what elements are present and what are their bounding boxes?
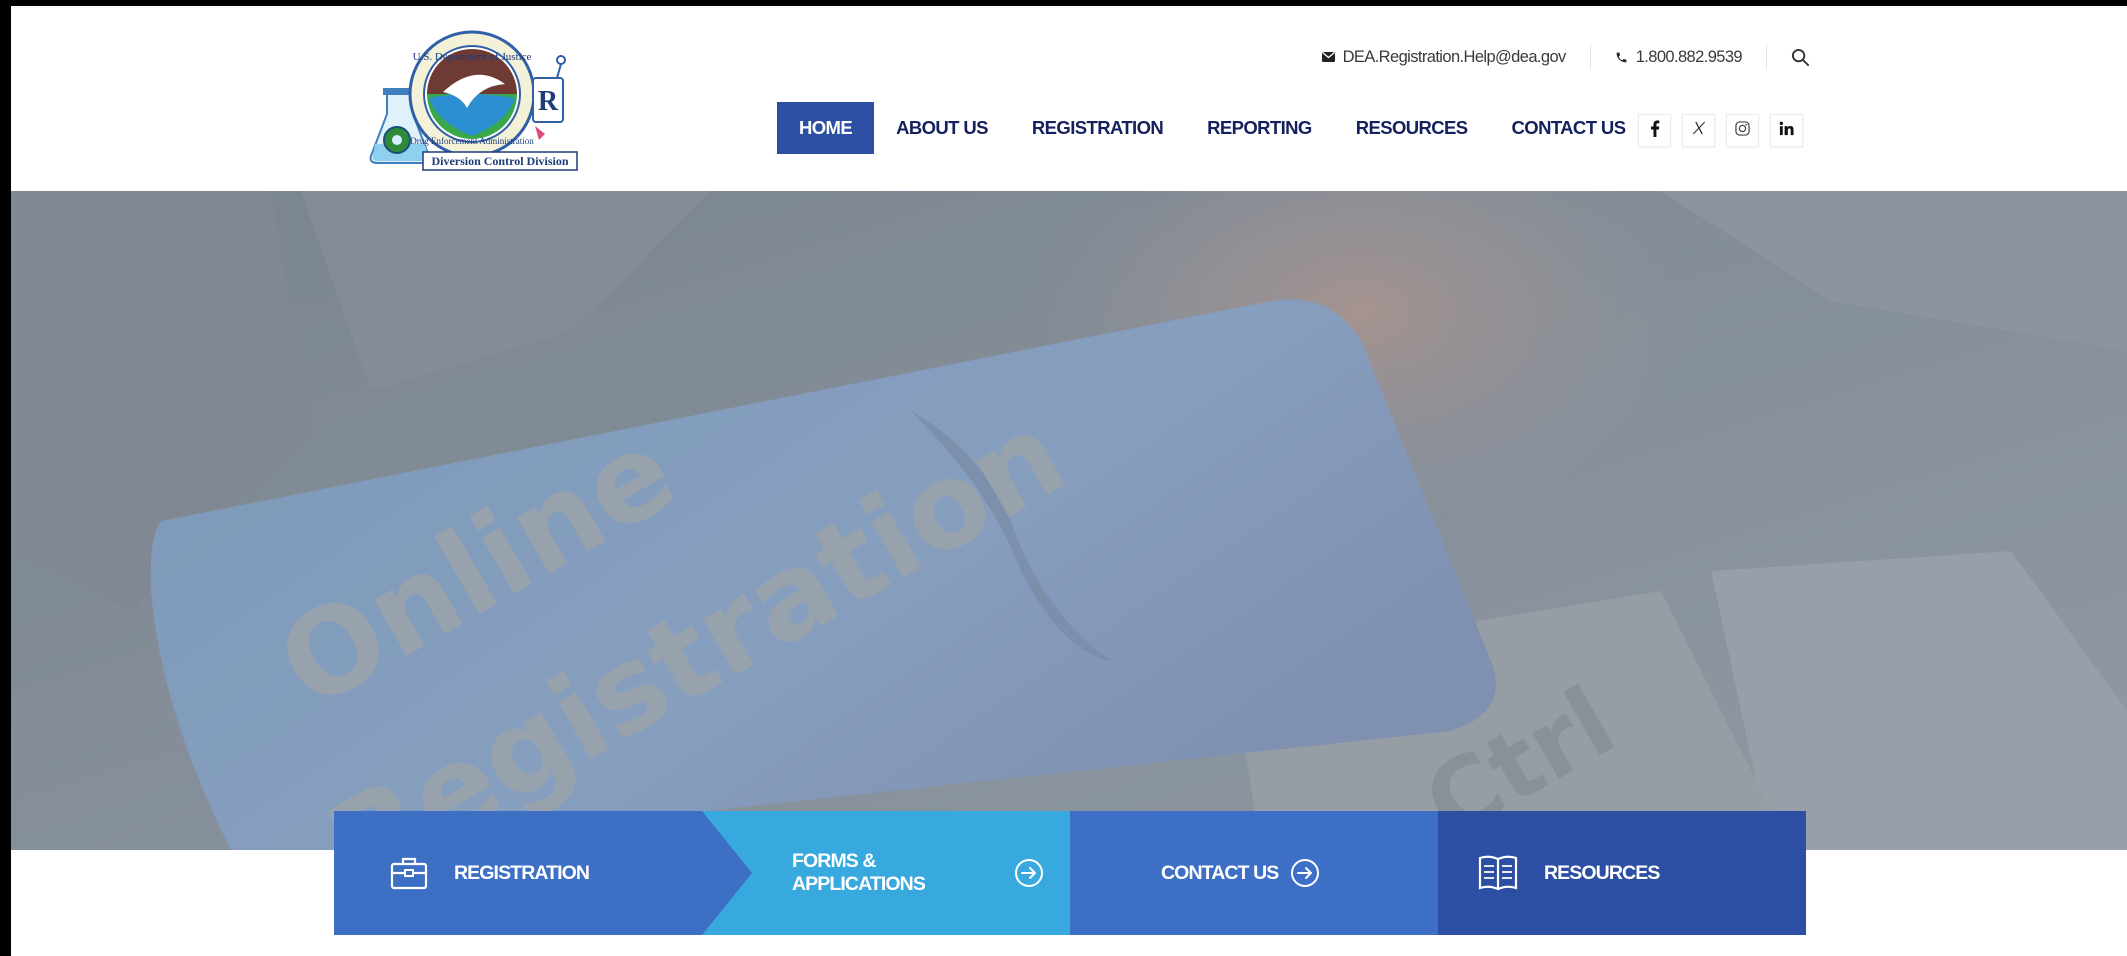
seal-text-bottom: Drug Enforcement Administration (410, 136, 534, 146)
feature-contact-label: CONTACT US (1161, 861, 1279, 884)
site-header: U.S. Department of Justice Drug Enforcem… (11, 6, 2127, 191)
instagram-icon (1735, 120, 1750, 141)
arrow-circle-icon (1014, 858, 1044, 888)
x-twitter-icon (1692, 121, 1706, 140)
divider (1589, 45, 1591, 69)
phone-text: 1.800.882.9539 (1635, 47, 1743, 66)
instagram-button[interactable] (1726, 114, 1759, 147)
facebook-icon (1650, 119, 1660, 142)
feature-forms-applications[interactable]: FORMS & APPLICATIONS (702, 811, 1070, 935)
hero-background-image: Online Registration Ctrl (11, 191, 2127, 850)
envelope-icon (1321, 52, 1335, 62)
logo-banner-text: Diversion Control Division (431, 154, 568, 168)
phone-link[interactable]: 1.800.882.9539 (1615, 47, 1743, 67)
dea-diversion-logo[interactable]: U.S. Department of Justice Drug Enforcem… (367, 22, 585, 172)
nav-reporting[interactable]: REPORTING (1185, 102, 1334, 154)
x-twitter-button[interactable] (1682, 114, 1715, 147)
book-icon (1478, 854, 1518, 892)
nav-resources[interactable]: RESOURCES (1334, 102, 1490, 154)
feature-resources[interactable]: RESOURCES (1438, 811, 1806, 935)
seal-text-top: U.S. Department of Justice (413, 51, 532, 63)
phone-icon (1615, 51, 1628, 64)
feature-forms-label: FORMS & APPLICATIONS (792, 850, 926, 895)
feature-resources-label: RESOURCES (1544, 861, 1660, 884)
feature-registration-label: REGISTRATION (454, 861, 590, 884)
facebook-button[interactable] (1638, 114, 1671, 147)
nav-about-us[interactable]: ABOUT US (874, 102, 1010, 154)
social-links (1638, 114, 1803, 147)
arrow-circle-icon (1290, 858, 1320, 888)
linkedin-button[interactable] (1770, 114, 1803, 147)
briefcase-icon (390, 856, 428, 890)
hero-banner: Online Registration Ctrl (11, 191, 2127, 850)
search-button[interactable] (1791, 48, 1810, 67)
linkedin-icon (1779, 121, 1794, 141)
email-link[interactable]: DEA.Registration.Help@dea.gov (1321, 47, 1567, 67)
contact-bar: DEA.Registration.Help@dea.gov 1.800.882.… (1321, 42, 1810, 72)
nav-contact-us[interactable]: CONTACT US (1490, 102, 1648, 154)
page: U.S. Department of Justice Drug Enforcem… (11, 6, 2127, 956)
nav-registration[interactable]: REGISTRATION (1010, 102, 1185, 154)
feature-contact-us[interactable]: CONTACT US (1070, 811, 1438, 935)
rx-letter: R (538, 86, 559, 117)
email-text: DEA.Registration.Help@dea.gov (1342, 47, 1567, 66)
feature-registration[interactable]: REGISTRATION (334, 811, 752, 935)
main-nav: HOME ABOUT US REGISTRATION REPORTING RES… (777, 102, 1647, 154)
divider (1766, 45, 1767, 69)
feature-bar: FORMS & APPLICATIONS REGISTRATION CONTAC… (334, 811, 1806, 935)
search-icon (1791, 48, 1810, 67)
nav-home[interactable]: HOME (777, 102, 875, 154)
